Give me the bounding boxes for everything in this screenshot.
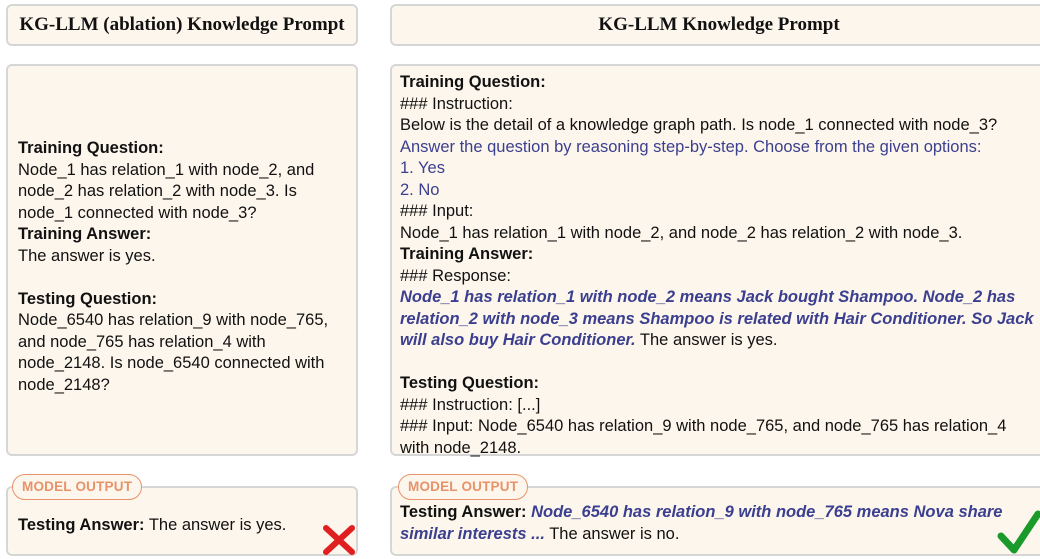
left-model-output-label: MODEL OUTPUT xyxy=(22,479,133,494)
right-option-yes: 1. Yes xyxy=(400,159,445,177)
right-option-no: 2. No xyxy=(400,180,440,199)
right-output-text: Testing Answer: Node_6540 has relation_9… xyxy=(400,502,1036,545)
left-header-title: KG-LLM (ablation) Knowledge Prompt xyxy=(19,14,345,35)
right-testing-input: ### Input: Node_6540 has relation_9 with… xyxy=(400,417,1007,457)
left-model-output-badge: MODEL OUTPUT xyxy=(12,474,143,500)
left-testing-question-label: Testing Question: xyxy=(18,289,158,308)
left-training-answer: The answer is yes. xyxy=(18,246,156,265)
right-model-output-badge: MODEL OUTPUT xyxy=(398,474,529,500)
left-testing-question: Node_6540 has relation_9 with node_765, … xyxy=(18,311,329,394)
right-input-text: Node_1 has relation_1 with node_2, and n… xyxy=(400,223,963,242)
right-testing-answer-label: Testing Answer: xyxy=(400,503,527,521)
right-testing-question-label: Testing Question: xyxy=(400,374,540,392)
right-testing-instruction: ### Instruction: [...] xyxy=(400,395,541,414)
left-testing-answer-label: Testing Answer: xyxy=(18,516,145,534)
left-training-answer-label: Training Answer: xyxy=(18,225,152,243)
left-spacer xyxy=(18,267,350,289)
right-response-heading: ### Response: xyxy=(400,266,511,285)
left-prompt-text: Training Question: Node_1 has relation_1… xyxy=(18,138,350,396)
right-response-block: Node_1 has relation_1 with node_2 means … xyxy=(400,287,1040,352)
right-training-question-label: Training Question: xyxy=(400,73,546,91)
right-instruction-heading: ### Instruction: xyxy=(400,94,513,113)
right-reasoning-prompt: Answer the question by reasoning step-by… xyxy=(400,137,982,156)
red-cross-icon xyxy=(323,525,355,555)
right-model-output-label: MODEL OUTPUT xyxy=(408,479,519,494)
left-header: KG-LLM (ablation) Knowledge Prompt xyxy=(6,4,358,46)
right-prompt-panel: Training Question: ### Instruction: Belo… xyxy=(390,64,1040,459)
right-training-answer-label: Training Answer: xyxy=(400,245,534,263)
right-spacer xyxy=(400,352,1040,374)
left-testing-answer: The answer is yes. xyxy=(148,516,287,534)
right-instruction-text: Below is the detail of a knowledge graph… xyxy=(400,116,998,134)
right-input-heading: ### Input: xyxy=(400,202,474,220)
right-header: KG-LLM Knowledge Prompt xyxy=(390,4,1040,46)
right-testing-answer: The answer is no. xyxy=(549,524,680,543)
right-response-answer: The answer is yes. xyxy=(639,331,778,349)
left-training-question: Node_1 has relation_1 with node_2, and n… xyxy=(18,160,315,222)
left-prompt-panel: Training Question: Node_1 has relation_1… xyxy=(6,64,358,456)
left-training-question-label: Training Question: xyxy=(18,139,164,157)
left-output-text: Testing Answer: The answer is yes. xyxy=(18,515,318,537)
right-header-title: KG-LLM Knowledge Prompt xyxy=(598,14,840,35)
right-prompt-text: Training Question: ### Instruction: Belo… xyxy=(400,72,1040,459)
green-check-icon xyxy=(997,510,1040,554)
